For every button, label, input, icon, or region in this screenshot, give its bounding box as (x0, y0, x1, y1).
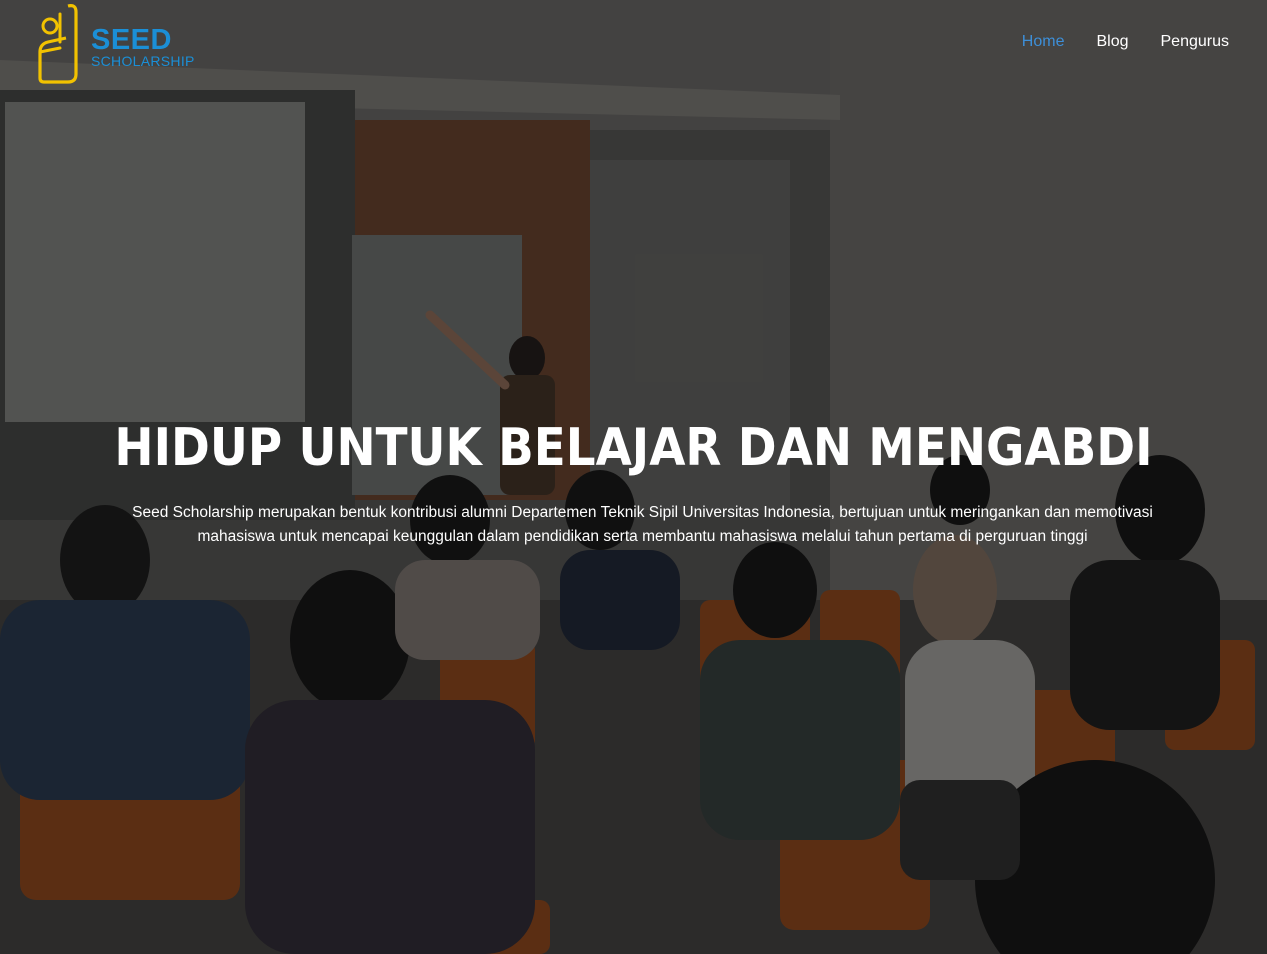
main-nav: Home Blog Pengurus (1022, 33, 1229, 51)
hero-title: HIDUP UNTUK BELAJAR DAN MENGABDI (114, 418, 1153, 478)
seed-logo-icon (38, 4, 78, 84)
brand-name: SEED (91, 24, 172, 56)
nav-home-link[interactable]: Home (1022, 33, 1065, 51)
hero-description: Seed Scholarship merupakan bentuk kontri… (132, 504, 1153, 545)
nav-pengurus-link[interactable]: Pengurus (1161, 33, 1230, 51)
nav-blog-link[interactable]: Blog (1096, 33, 1128, 51)
hero-section: SEED SCHOLARSHIP Home Blog Pengurus HIDU… (0, 0, 1267, 954)
brand-tagline: SCHOLARSHIP (91, 53, 195, 69)
brand-logo[interactable]: SEED SCHOLARSHIP (38, 4, 208, 86)
